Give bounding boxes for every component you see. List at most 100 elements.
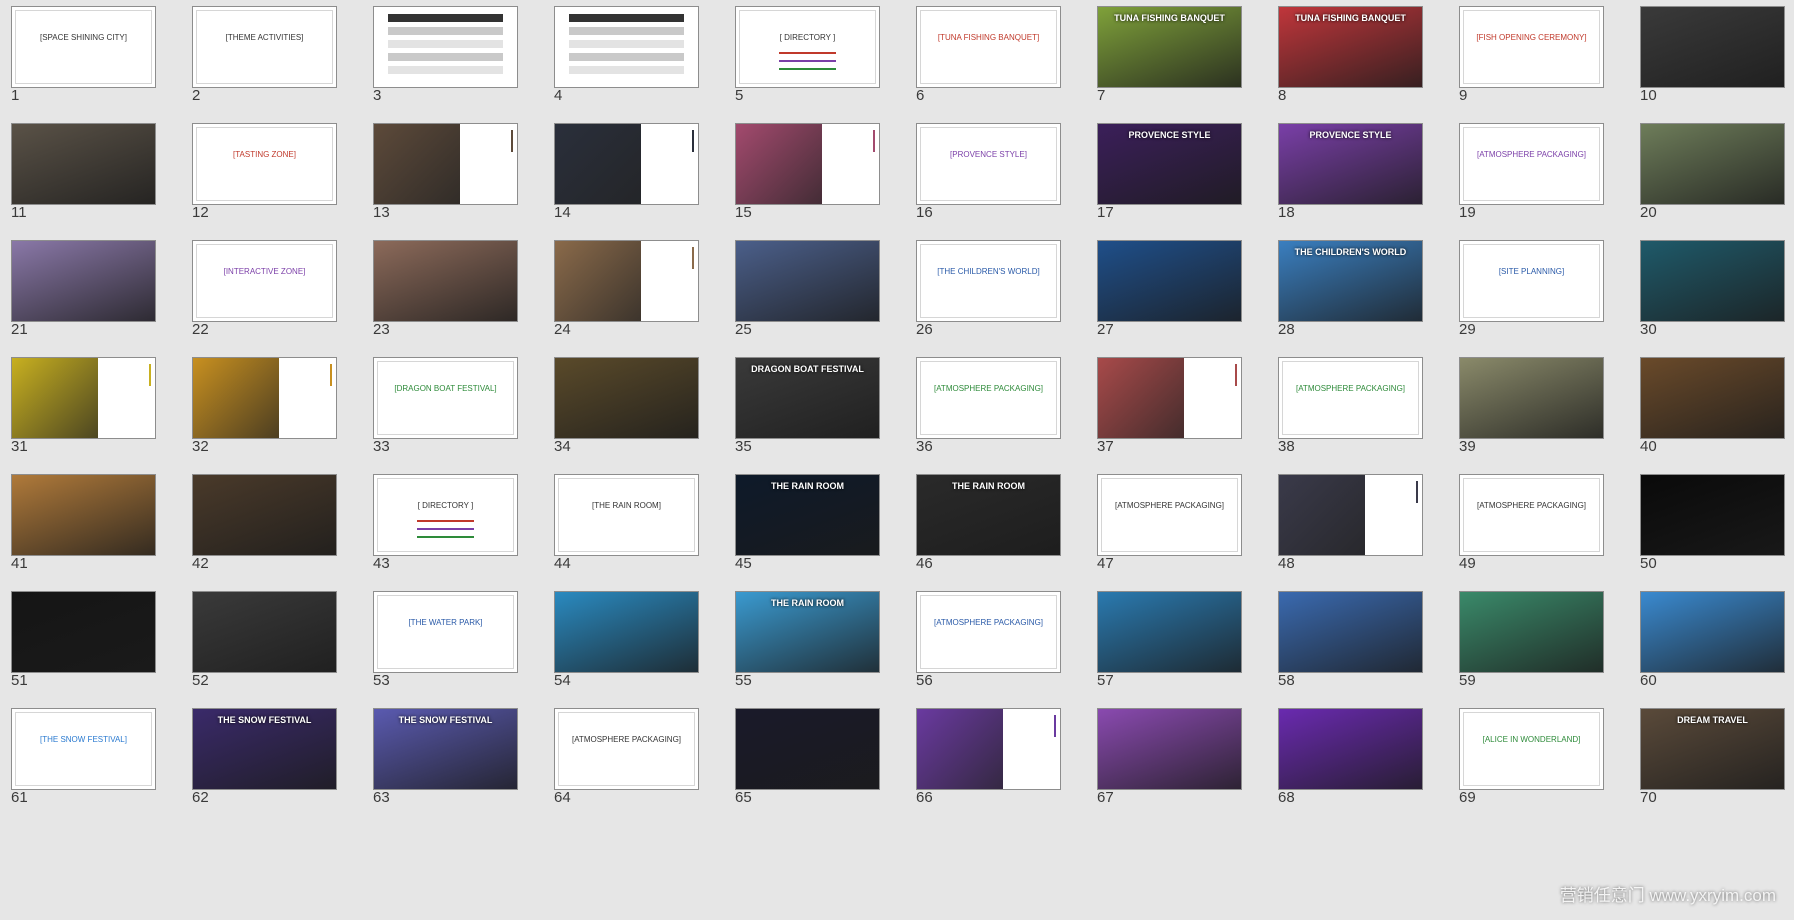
slide-thumbnail-69[interactable]: [ALICE IN WONDERLAND] 69 — [1446, 702, 1604, 816]
slide-thumbnail-1[interactable]: [SPACE SHINING CITY] 1 — [0, 0, 156, 114]
slide-preview[interactable] — [1278, 591, 1423, 673]
slide-thumbnail-28[interactable]: THE CHILDREN'S WORLD 28 — [1265, 234, 1423, 348]
slide-preview[interactable]: [INTERACTIVE ZONE] — [192, 240, 337, 322]
slide-preview[interactable] — [11, 357, 156, 439]
slide-thumbnail-37[interactable]: 37 — [1084, 351, 1242, 465]
slide-thumbnail-39[interactable]: 39 — [1446, 351, 1604, 465]
slide-preview[interactable] — [1459, 357, 1604, 439]
slide-preview[interactable] — [916, 708, 1061, 790]
slide-thumbnail-50[interactable]: 50 — [1627, 468, 1785, 582]
slide-preview[interactable]: TUNA FISHING BANQUET — [1278, 6, 1423, 88]
slide-thumbnail-55[interactable]: THE RAIN ROOM 55 — [722, 585, 880, 699]
slide-thumbnail-24[interactable]: 24 — [541, 234, 699, 348]
slide-thumbnail-32[interactable]: 32 — [179, 351, 337, 465]
slide-thumbnail-27[interactable]: 27 — [1084, 234, 1242, 348]
slide-thumbnail-67[interactable]: 67 — [1084, 702, 1242, 816]
slide-thumbnail-9[interactable]: [FISH OPENING CEREMONY] 9 — [1446, 0, 1604, 114]
slide-preview[interactable] — [192, 591, 337, 673]
slide-thumbnail-19[interactable]: [ATMOSPHERE PACKAGING] 19 — [1446, 117, 1604, 231]
slide-preview[interactable] — [1640, 357, 1785, 439]
slide-preview[interactable] — [554, 123, 699, 205]
slide-preview[interactable] — [1640, 123, 1785, 205]
slide-preview[interactable] — [11, 123, 156, 205]
slide-preview[interactable] — [192, 474, 337, 556]
slide-thumbnail-11[interactable]: 11 — [0, 117, 156, 231]
slide-thumbnail-8[interactable]: TUNA FISHING BANQUET 8 — [1265, 0, 1423, 114]
slide-preview[interactable]: PROVENCE STYLE — [1278, 123, 1423, 205]
slide-thumbnail-48[interactable]: 48 — [1265, 468, 1423, 582]
slide-preview[interactable] — [554, 240, 699, 322]
slide-preview[interactable] — [11, 474, 156, 556]
slide-thumbnail-64[interactable]: [ATMOSPHERE PACKAGING] 64 — [541, 702, 699, 816]
slide-preview[interactable]: [ATMOSPHERE PACKAGING] — [916, 591, 1061, 673]
slide-preview[interactable]: [ATMOSPHERE PACKAGING] — [1459, 474, 1604, 556]
slide-thumbnail-62[interactable]: THE SNOW FESTIVAL 62 — [179, 702, 337, 816]
slide-thumbnail-15[interactable]: 15 — [722, 117, 880, 231]
slide-thumbnail-5[interactable]: [ DIRECTORY ] 5 — [722, 0, 880, 114]
slide-thumbnail-23[interactable]: 23 — [360, 234, 518, 348]
slide-preview[interactable]: [THE WATER PARK] — [373, 591, 518, 673]
slide-preview[interactable] — [1097, 357, 1242, 439]
slide-thumbnail-22[interactable]: [INTERACTIVE ZONE] 22 — [179, 234, 337, 348]
slide-preview[interactable]: THE RAIN ROOM — [735, 591, 880, 673]
slide-thumbnail-65[interactable]: 65 — [722, 702, 880, 816]
slide-thumbnail-26[interactable]: [THE CHILDREN'S WORLD] 26 — [903, 234, 1061, 348]
slide-thumbnail-25[interactable]: 25 — [722, 234, 880, 348]
slide-thumbnail-17[interactable]: PROVENCE STYLE 17 — [1084, 117, 1242, 231]
slide-thumbnail-41[interactable]: 41 — [0, 468, 156, 582]
slide-thumbnail-12[interactable]: [TASTING ZONE] 12 — [179, 117, 337, 231]
slide-thumbnail-35[interactable]: DRAGON BOAT FESTIVAL 35 — [722, 351, 880, 465]
slide-preview[interactable]: THE CHILDREN'S WORLD — [1278, 240, 1423, 322]
slide-preview[interactable] — [554, 591, 699, 673]
slide-preview[interactable] — [1640, 474, 1785, 556]
slide-thumbnail-44[interactable]: [THE RAIN ROOM] 44 — [541, 468, 699, 582]
slide-preview[interactable]: [TUNA FISHING BANQUET] — [916, 6, 1061, 88]
slide-preview[interactable]: [TASTING ZONE] — [192, 123, 337, 205]
slide-preview[interactable]: [DRAGON BOAT FESTIVAL] — [373, 357, 518, 439]
slide-preview[interactable]: [ATMOSPHERE PACKAGING] — [1278, 357, 1423, 439]
slide-preview[interactable] — [11, 591, 156, 673]
slide-thumbnail-68[interactable]: 68 — [1265, 702, 1423, 816]
slide-preview[interactable]: THE SNOW FESTIVAL — [192, 708, 337, 790]
slide-thumbnail-38[interactable]: [ATMOSPHERE PACKAGING] 38 — [1265, 351, 1423, 465]
slide-thumbnail-49[interactable]: [ATMOSPHERE PACKAGING] 49 — [1446, 468, 1604, 582]
slide-preview[interactable]: [ DIRECTORY ] — [373, 474, 518, 556]
slide-thumbnail-42[interactable]: 42 — [179, 468, 337, 582]
slide-preview[interactable] — [11, 240, 156, 322]
slide-preview[interactable]: PROVENCE STYLE — [1097, 123, 1242, 205]
slide-thumbnail-21[interactable]: 21 — [0, 234, 156, 348]
slide-thumbnail-56[interactable]: [ATMOSPHERE PACKAGING] 56 — [903, 585, 1061, 699]
slide-preview[interactable] — [1459, 591, 1604, 673]
slide-preview[interactable]: [ATMOSPHERE PACKAGING] — [1097, 474, 1242, 556]
slide-preview[interactable] — [373, 240, 518, 322]
slide-thumbnail-3[interactable]: 3 — [360, 0, 518, 114]
slide-thumbnail-53[interactable]: [THE WATER PARK] 53 — [360, 585, 518, 699]
slide-thumbnail-13[interactable]: 13 — [360, 117, 518, 231]
slide-thumbnail-43[interactable]: [ DIRECTORY ] 43 — [360, 468, 518, 582]
slide-thumbnail-16[interactable]: [PROVENCE STYLE] 16 — [903, 117, 1061, 231]
slide-preview[interactable] — [1278, 474, 1423, 556]
slide-preview[interactable]: [SPACE SHINING CITY] — [11, 6, 156, 88]
slide-thumbnail-40[interactable]: 40 — [1627, 351, 1785, 465]
slide-thumbnail-58[interactable]: 58 — [1265, 585, 1423, 699]
slide-preview[interactable]: [ATMOSPHERE PACKAGING] — [1459, 123, 1604, 205]
slide-preview[interactable]: [ALICE IN WONDERLAND] — [1459, 708, 1604, 790]
slide-preview[interactable]: THE RAIN ROOM — [916, 474, 1061, 556]
slide-thumbnail-31[interactable]: 31 — [0, 351, 156, 465]
slide-preview[interactable]: DREAM TRAVEL — [1640, 708, 1785, 790]
slide-thumbnail-57[interactable]: 57 — [1084, 585, 1242, 699]
slide-thumbnail-61[interactable]: [THE SNOW FESTIVAL] 61 — [0, 702, 156, 816]
slide-thumbnail-30[interactable]: 30 — [1627, 234, 1785, 348]
slide-thumbnail-34[interactable]: 34 — [541, 351, 699, 465]
slide-preview[interactable]: [ATMOSPHERE PACKAGING] — [916, 357, 1061, 439]
slide-thumbnail-4[interactable]: 4 — [541, 0, 699, 114]
slide-preview[interactable]: TUNA FISHING BANQUET — [1097, 6, 1242, 88]
slide-preview[interactable]: [SITE PLANNING] — [1459, 240, 1604, 322]
slide-preview[interactable] — [1640, 240, 1785, 322]
slide-thumbnail-52[interactable]: 52 — [179, 585, 337, 699]
slide-preview[interactable] — [1097, 708, 1242, 790]
slide-thumbnail-20[interactable]: 20 — [1627, 117, 1785, 231]
slide-preview[interactable]: DRAGON BOAT FESTIVAL — [735, 357, 880, 439]
slide-thumbnail-60[interactable]: 60 — [1627, 585, 1785, 699]
slide-preview[interactable] — [735, 123, 880, 205]
